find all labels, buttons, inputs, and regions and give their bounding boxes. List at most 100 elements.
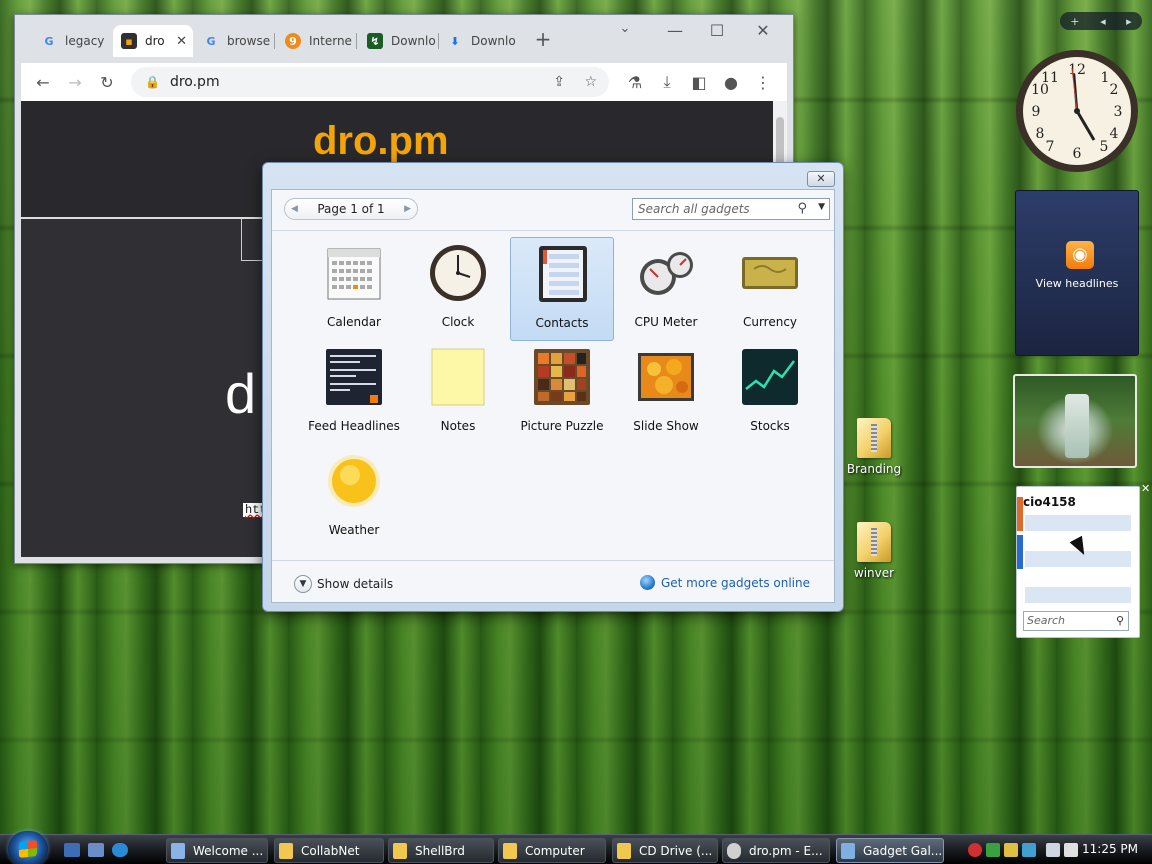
contacts-tab-blue[interactable] xyxy=(1017,535,1023,569)
contact-name[interactable]: cio4158 xyxy=(1023,495,1076,509)
tab-browse[interactable]: G browse xyxy=(195,25,275,57)
desktop-icon-branding[interactable]: Branding xyxy=(842,418,906,476)
gadget-gallery-dialog: ✕ ◀ Page 1 of 1 ▶ Search all gadgets ⚲ ▼ xyxy=(262,162,844,612)
share-icon[interactable]: ⇪ xyxy=(553,74,565,90)
close-window-button[interactable]: ✕ xyxy=(743,21,783,40)
gallery-close-button[interactable]: ✕ xyxy=(807,171,835,187)
tab-download-2[interactable]: ⬇ Downlo xyxy=(439,25,519,57)
tray-app-icon[interactable] xyxy=(1004,843,1018,857)
tab-search-icon[interactable]: ⌄ xyxy=(605,21,645,36)
profile-avatar-icon[interactable]: ● xyxy=(719,71,743,93)
system-tray: 11:25 PM xyxy=(960,835,1152,864)
gadget-label: Picture Puzzle xyxy=(520,419,604,433)
taskbar-button-gadget-gallery[interactable]: Gadget Gal... xyxy=(836,838,944,863)
labs-flask-icon[interactable]: ⚗ xyxy=(623,71,647,93)
taskbar-button-shellbrd[interactable]: ShellBrd xyxy=(388,838,494,863)
maximize-button[interactable]: ☐ xyxy=(697,21,737,40)
gallery-panel: ◀ Page 1 of 1 ▶ Search all gadgets ⚲ ▼ C… xyxy=(271,189,835,603)
gadget-clock[interactable]: Clock xyxy=(406,237,510,341)
contact-row[interactable] xyxy=(1025,515,1131,531)
downloads-icon[interactable]: ⤓ xyxy=(655,71,679,93)
sidebar-prev-button[interactable]: ◂ xyxy=(1100,15,1106,28)
side-panel-icon[interactable]: ◧ xyxy=(687,71,711,93)
gadget-label: Clock xyxy=(441,315,475,329)
taskbar-clock[interactable]: 11:25 PM xyxy=(1082,842,1138,856)
sidebar-feed-gadget[interactable]: ◉ View headlines xyxy=(1015,190,1139,356)
search-icon[interactable]: ⚲ xyxy=(1116,612,1124,630)
site-logo[interactable]: dro.pm xyxy=(313,119,449,164)
back-icon[interactable]: ← xyxy=(31,71,55,93)
tab-dro[interactable]: ▪ dro ✕ xyxy=(113,25,193,57)
tab-internet[interactable]: 9 Interne xyxy=(277,25,357,57)
sidebar-next-button[interactable]: ▸ xyxy=(1126,15,1132,28)
dropm-icon: ▪ xyxy=(121,33,137,49)
gadget-contacts[interactable]: Contacts xyxy=(510,237,614,341)
bookmark-star-icon[interactable]: ☆ xyxy=(584,74,597,90)
contacts-search-input[interactable]: Search ⚲ xyxy=(1023,611,1129,631)
show-desktop-icon[interactable] xyxy=(64,843,80,857)
start-button[interactable] xyxy=(8,831,48,864)
google-icon: G xyxy=(44,34,54,48)
gadget-grid: Calendar Clock Contacts CPU Meter Curren… xyxy=(272,230,834,537)
gadget-cpu-meter[interactable]: CPU Meter xyxy=(614,237,718,341)
svg-text:1: 1 xyxy=(1101,70,1110,86)
gadget-feed-headlines[interactable]: Feed Headlines xyxy=(302,341,406,445)
svg-text:7: 7 xyxy=(1046,139,1055,155)
calendar-icon xyxy=(327,248,381,300)
gadget-notes[interactable]: Notes xyxy=(406,341,510,445)
taskbar-button-dro-pm[interactable]: dro.pm - E... xyxy=(722,838,830,863)
gadget-label: CPU Meter xyxy=(634,315,698,329)
show-details-toggle[interactable]: ▼ Show details xyxy=(294,575,393,593)
security-alert-icon[interactable] xyxy=(968,843,982,857)
desktop-icon-winver[interactable]: winver xyxy=(842,522,906,580)
gallery-footer: ▼ Show details Get more gadgets online xyxy=(272,560,834,602)
clock-icon xyxy=(430,245,486,301)
svg-text:11: 11 xyxy=(1041,70,1059,86)
add-gadget-button[interactable]: + xyxy=(1070,15,1079,28)
sidebar-contacts-gadget[interactable]: cio4158 Search ⚲ xyxy=(1016,486,1140,638)
forward-icon[interactable]: → xyxy=(63,71,87,93)
sidebar-slideshow-gadget[interactable] xyxy=(1013,374,1137,468)
search-icon[interactable]: ⚲ xyxy=(797,201,807,216)
prev-page-icon[interactable]: ◀ xyxy=(291,204,298,214)
tab-legacy[interactable]: G legacy xyxy=(33,25,111,57)
gadget-close-icon[interactable]: ✕ xyxy=(1141,482,1150,495)
taskbar-button-welcome[interactable]: Welcome ... xyxy=(166,838,268,863)
sidebar-clock-gadget[interactable]: 12 12 345 678 91011 xyxy=(1014,48,1140,174)
gadget-stocks[interactable]: Stocks xyxy=(718,341,822,445)
gadget-label: Contacts xyxy=(535,316,589,330)
reload-icon[interactable]: ↻ xyxy=(95,71,119,93)
internet-explorer-icon[interactable] xyxy=(112,843,128,857)
close-tab-icon[interactable]: ✕ xyxy=(176,34,187,49)
pager: ◀ Page 1 of 1 ▶ xyxy=(284,198,418,220)
gadget-calendar[interactable]: Calendar xyxy=(302,237,406,341)
volume-muted-icon[interactable] xyxy=(1064,843,1078,857)
switch-windows-icon[interactable] xyxy=(88,843,104,857)
gadget-label: Notes xyxy=(440,419,476,433)
gadget-label: Calendar xyxy=(327,315,381,329)
get-more-gadgets-link[interactable]: Get more gadgets online xyxy=(639,575,810,590)
search-dropdown-icon[interactable]: ▼ xyxy=(818,202,825,212)
address-bar[interactable]: 🔒 dro.pm ⇪ ☆ xyxy=(131,67,609,97)
menu-kebab-icon[interactable]: ⋮ xyxy=(751,71,775,93)
display-icon[interactable] xyxy=(1046,843,1060,857)
tab-download-1[interactable]: ↯ Downlo xyxy=(359,25,439,57)
taskbar-button-cd-drive[interactable]: CD Drive (... xyxy=(612,838,718,863)
gadget-slide-show[interactable]: Slide Show xyxy=(614,341,718,445)
contact-row[interactable] xyxy=(1025,587,1131,603)
view-headlines-label[interactable]: View headlines xyxy=(1016,277,1138,290)
gadget-search-input[interactable]: Search all gadgets ⚲ ▼ xyxy=(632,198,830,220)
next-page-icon[interactable]: ▶ xyxy=(404,204,411,214)
svg-text:9: 9 xyxy=(1032,104,1041,120)
minimize-button[interactable]: — xyxy=(655,21,695,40)
svg-text:4: 4 xyxy=(1110,126,1119,142)
taskbar-button-collabnet[interactable]: CollabNet xyxy=(274,838,384,863)
gadget-currency[interactable]: Currency xyxy=(718,237,822,341)
gadget-picture-puzzle[interactable]: Picture Puzzle xyxy=(510,341,614,445)
new-tab-button[interactable]: + xyxy=(523,27,563,51)
taskbar-button-computer[interactable]: Computer xyxy=(498,838,606,863)
gadget-weather[interactable]: Weather xyxy=(302,445,406,549)
update-icon[interactable] xyxy=(986,843,1000,857)
download-icon: ⬇ xyxy=(450,34,460,48)
network-icon[interactable] xyxy=(1022,843,1036,857)
